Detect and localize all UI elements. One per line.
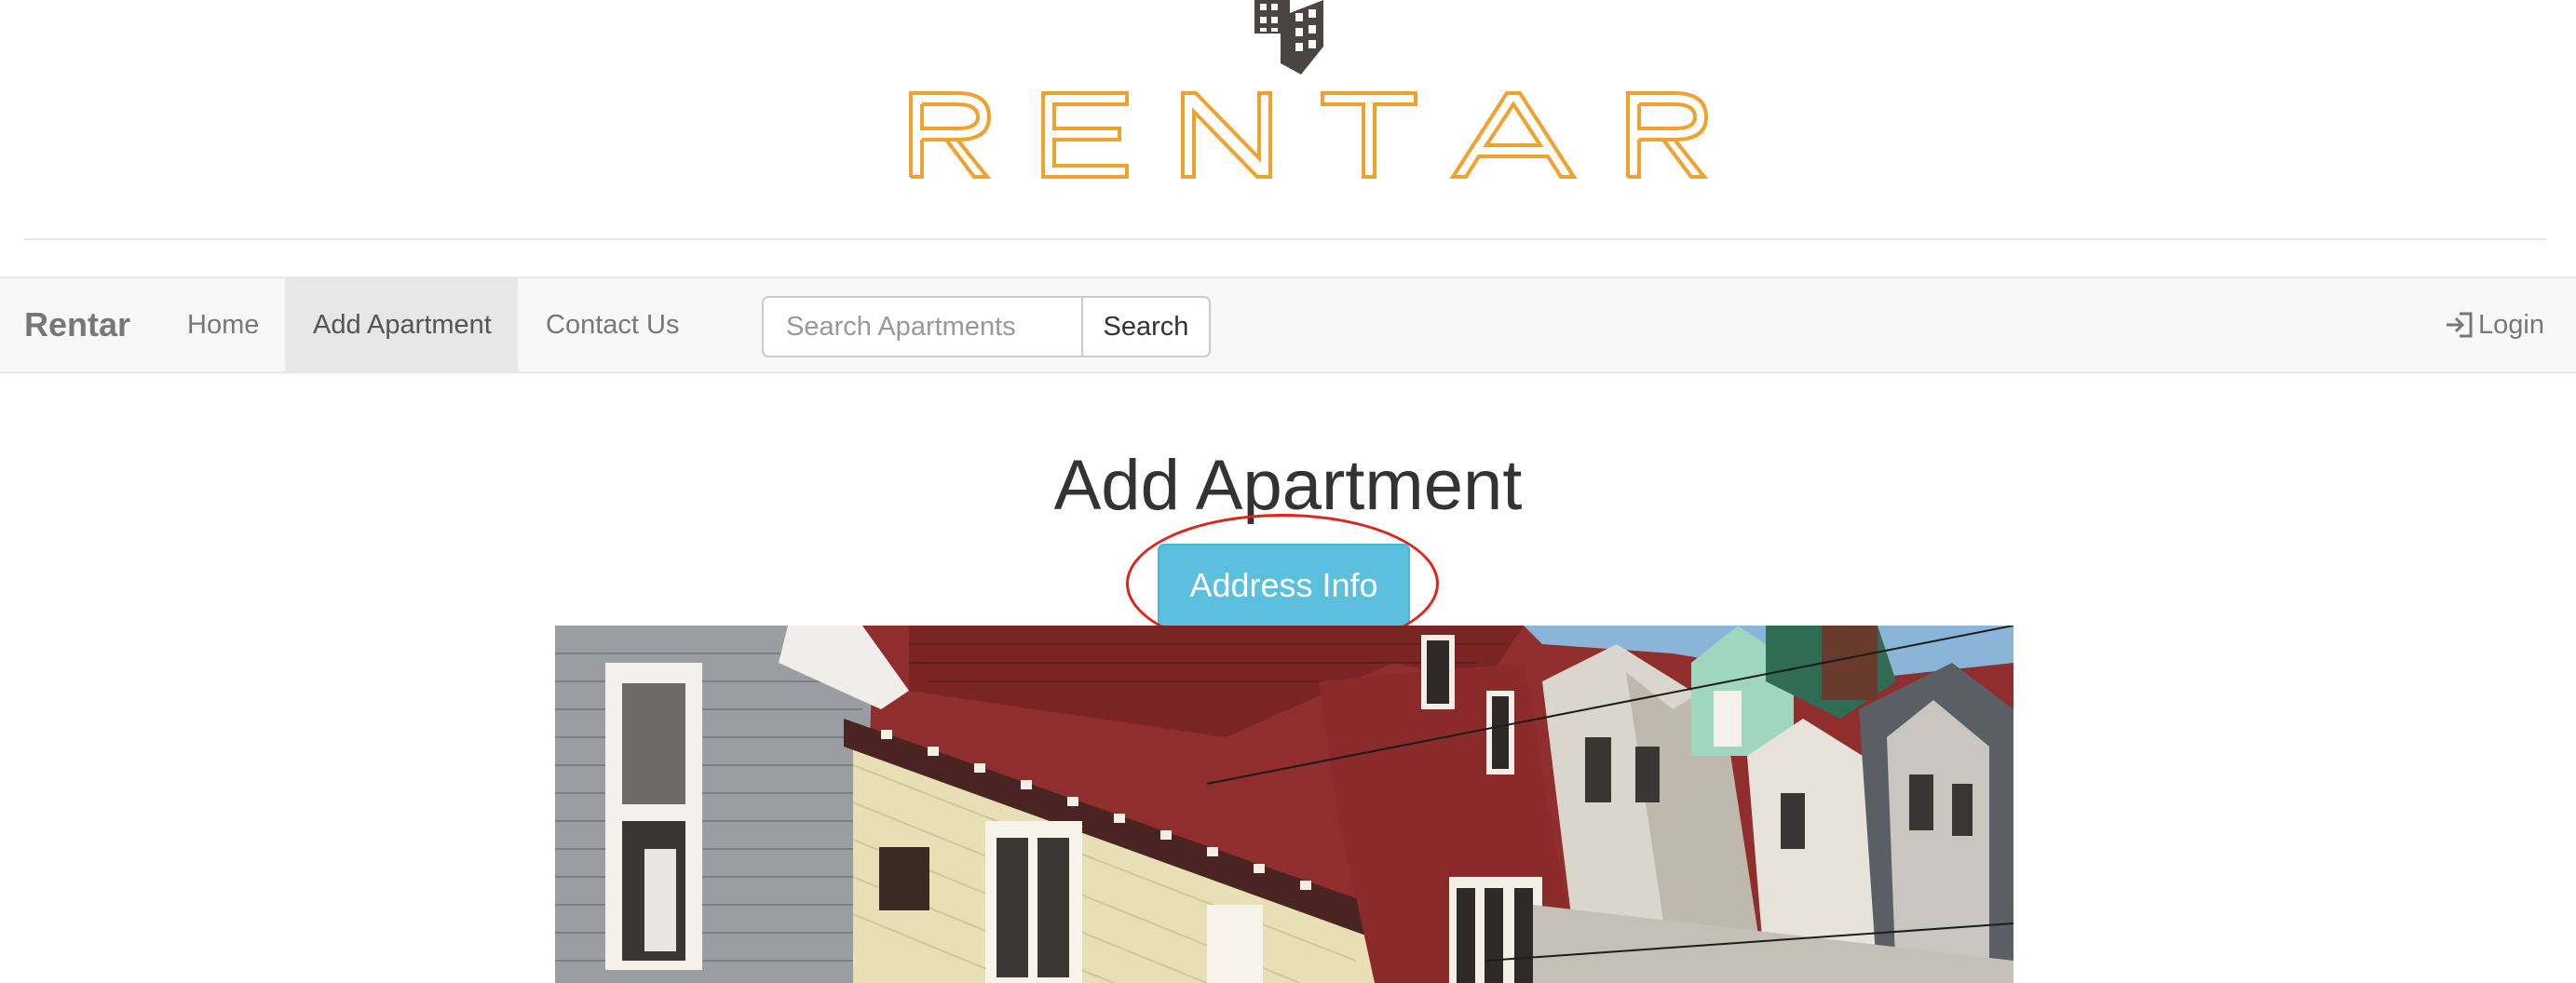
search-button[interactable]: Search (1081, 296, 1211, 357)
building-logo-icon (1254, 0, 1325, 81)
header-divider (24, 238, 2546, 240)
navbar: Rentar Home Add Apartment Contact Us Sea… (0, 276, 2576, 373)
search-input[interactable] (762, 296, 1082, 357)
navbar-brand[interactable]: Rentar (24, 278, 130, 371)
site-header (0, 0, 2576, 240)
rentar-wordmark-logo (903, 84, 1717, 186)
login-link[interactable]: Login (2445, 278, 2544, 371)
nav-link-add-apartment[interactable]: Add Apartment (285, 278, 518, 371)
nav-link-home[interactable]: Home (159, 278, 287, 371)
nav-link-contact-us[interactable]: Contact Us (518, 278, 707, 371)
login-label: Login (2478, 310, 2544, 340)
page-title: Add Apartment (1053, 446, 1523, 525)
sign-in-icon (2445, 311, 2474, 339)
row-houses-hero-image (555, 626, 2013, 983)
address-info-button[interactable]: Address Info (1158, 544, 1410, 627)
